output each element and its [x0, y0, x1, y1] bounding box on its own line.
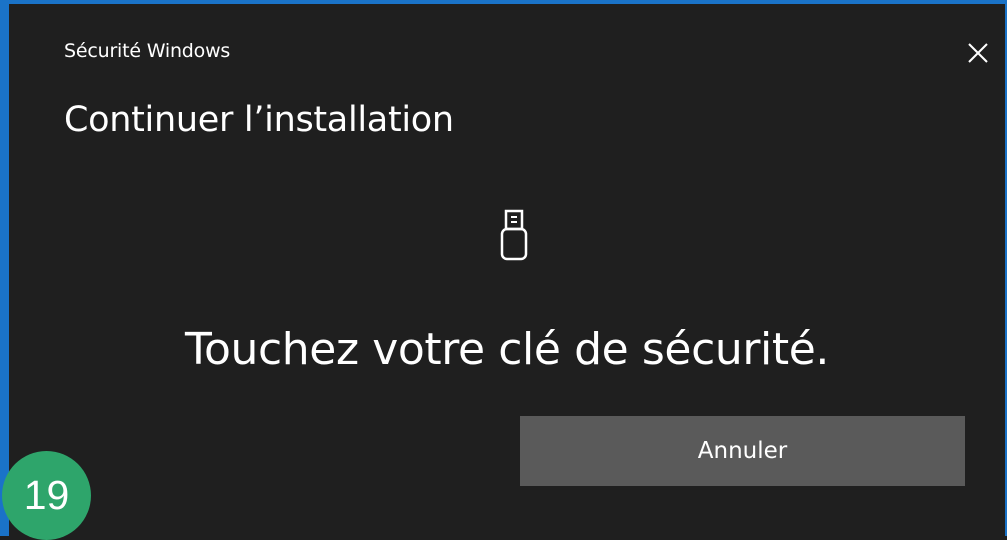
cancel-button[interactable]: Annuler [520, 416, 965, 486]
touch-key-prompt: Touchez votre clé de sécurité. [185, 324, 829, 375]
close-button[interactable] [955, 30, 1001, 76]
security-dialog: Sécurité Windows Continuer l’installatio… [0, 0, 1007, 536]
window-title: Sécurité Windows [64, 40, 231, 62]
close-icon [968, 43, 988, 63]
usb-key-icon [500, 209, 528, 261]
dialog-heading: Continuer l’installation [64, 100, 454, 140]
step-number-badge: 19 [2, 451, 91, 540]
